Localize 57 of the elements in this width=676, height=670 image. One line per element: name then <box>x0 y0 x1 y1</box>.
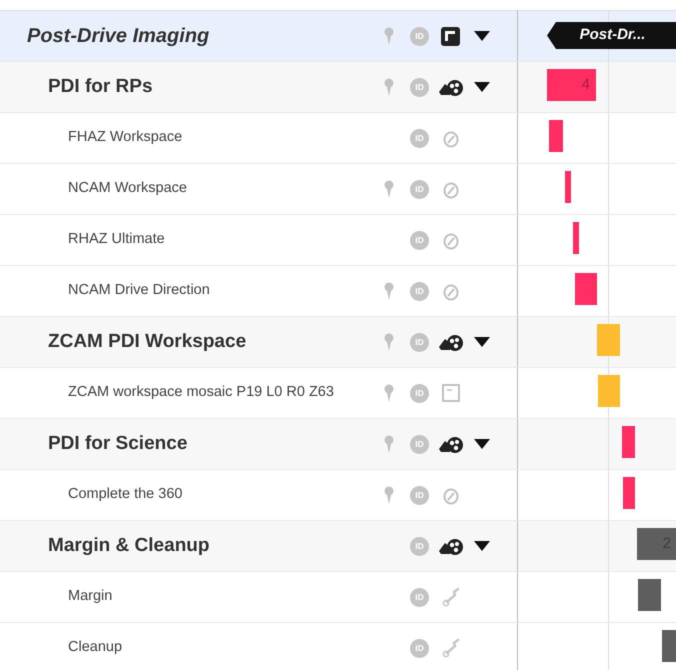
caret-icon[interactable] <box>474 31 490 41</box>
group-title: PDI for Science <box>47 432 188 456</box>
wrench-icon[interactable] <box>442 638 460 658</box>
bar-count: 4 <box>582 74 590 95</box>
group-title: Margin & Cleanup <box>47 534 211 558</box>
id-badge[interactable]: ID <box>410 78 429 96</box>
timeline-bar[interactable] <box>662 630 676 662</box>
timeline-bar[interactable] <box>638 579 661 611</box>
id-badge[interactable]: ID <box>410 128 429 148</box>
phase-title: Post-Drive Imaging <box>26 24 210 49</box>
timeline-bar[interactable] <box>565 171 571 203</box>
id-badge[interactable]: ID <box>410 638 429 658</box>
timeline-bar[interactable] <box>622 426 635 458</box>
caret-icon[interactable] <box>474 541 490 551</box>
caret-icon[interactable] <box>474 337 490 347</box>
cluster-icon[interactable] <box>438 434 462 454</box>
id-badge[interactable]: ID <box>410 486 429 504</box>
gauge-icon[interactable] <box>442 486 458 504</box>
gauge-icon[interactable] <box>442 128 458 148</box>
task-title: FHAZ Workspace <box>67 128 184 148</box>
id-badge[interactable]: ID <box>410 26 429 46</box>
task-title: RHAZ Ultimate <box>67 230 166 250</box>
id-badge[interactable]: ID <box>410 282 429 300</box>
task-title: Margin <box>67 587 114 606</box>
task-title: Cleanup <box>67 638 124 658</box>
cluster-icon[interactable] <box>438 332 462 352</box>
gauge-icon[interactable] <box>442 180 458 198</box>
timeline-bar[interactable] <box>573 222 579 254</box>
id-badge[interactable]: ID <box>410 384 429 402</box>
task-title: NCAM Drive Direction <box>67 281 211 300</box>
caret-icon[interactable] <box>474 82 490 92</box>
layers-icon[interactable] <box>441 26 460 46</box>
timeline-bar[interactable] <box>597 324 620 356</box>
timeline-bar[interactable] <box>549 120 563 152</box>
wrench-icon[interactable] <box>442 587 460 607</box>
id-badge[interactable]: ID <box>410 536 429 556</box>
group-title: ZCAM PDI Workspace <box>47 330 248 354</box>
gauge-icon[interactable] <box>442 230 458 250</box>
id-badge[interactable]: ID <box>410 434 429 454</box>
task-title: NCAM Workspace <box>67 179 188 198</box>
timeline-bar[interactable] <box>575 273 597 305</box>
task-title: ZCAM workspace mosaic P19 L0 R0 Z63 <box>67 383 335 402</box>
id-badge[interactable]: ID <box>410 332 429 352</box>
group-title: PDI for RPs <box>47 74 154 99</box>
timeline-bar[interactable] <box>598 375 620 407</box>
task-title: Complete the 360 <box>67 485 184 504</box>
cluster-icon[interactable] <box>438 536 462 556</box>
timeline-bar[interactable] <box>623 477 635 509</box>
phase-tag[interactable]: Post-Dr... <box>547 22 676 49</box>
gauge-icon[interactable] <box>442 282 458 300</box>
id-badge[interactable]: ID <box>410 180 429 198</box>
timeline-bar[interactable]: 4 <box>547 69 596 101</box>
note-icon[interactable] <box>442 384 460 402</box>
cluster-icon[interactable] <box>438 78 462 96</box>
id-badge[interactable]: ID <box>410 588 429 606</box>
caret-icon[interactable] <box>474 439 490 449</box>
id-badge[interactable]: ID <box>410 230 429 250</box>
